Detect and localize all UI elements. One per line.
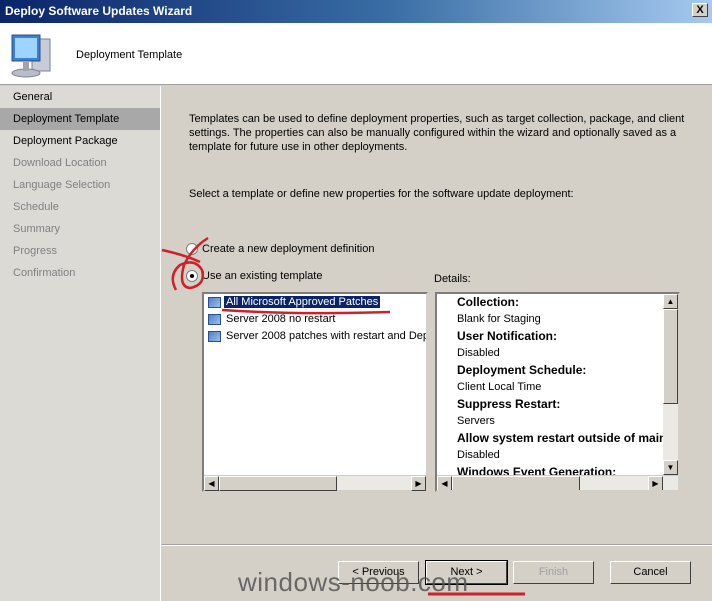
finish-button: Finish (513, 561, 594, 584)
template-item[interactable]: Server 2008 patches with restart and Dep… (204, 328, 426, 345)
watermark: windows-noob.com (238, 567, 469, 597)
radio-button[interactable] (186, 243, 198, 255)
detail-value: Client Local Time (457, 381, 542, 393)
radio-new-definition[interactable]: Create a new deployment definition (186, 243, 374, 255)
button-separator (162, 544, 712, 546)
nav-item-summary: Summary (13, 223, 61, 235)
template-icon (208, 331, 221, 342)
title-bar: Deploy Software Updates Wizard X (0, 0, 712, 23)
radio-button-selected[interactable] (186, 270, 198, 282)
template-item[interactable]: All Microsoft Approved Patches (204, 294, 426, 311)
template-list[interactable]: All Microsoft Approved Patches Server 20… (202, 292, 428, 492)
wizard-header: Deployment Template (0, 23, 712, 85)
nav-item-deployment-template[interactable]: Deployment Template (0, 108, 160, 130)
template-icon (208, 297, 221, 308)
page-title: Deployment Template (76, 49, 183, 61)
radio-existing-template[interactable]: Use an existing template (186, 270, 322, 282)
radio-label: Use an existing template (202, 270, 323, 282)
scroll-down-icon[interactable]: ▼ (663, 460, 678, 475)
nav-item-schedule: Schedule (13, 201, 59, 213)
detail-value: Disabled (457, 449, 500, 461)
description-text: Templates can be used to define deployme… (189, 113, 685, 153)
detail-value: Blank for Staging (457, 313, 541, 325)
nav-item-deployment-package[interactable]: Deployment Package (0, 130, 160, 152)
horizontal-scrollbar[interactable]: ◀ ▶ (204, 475, 426, 491)
computer-icon (11, 34, 51, 78)
nav-item-general[interactable]: General (0, 86, 160, 108)
nav-item-confirmation: Confirmation (13, 267, 76, 279)
detail-value: Servers (457, 415, 495, 427)
scroll-up-icon[interactable]: ▲ (663, 294, 678, 309)
vertical-scrollbar[interactable]: ▲ ▼ (663, 294, 678, 475)
prompt-text: Select a template or define new properti… (189, 188, 574, 200)
detail-label: Collection: (457, 295, 519, 309)
detail-label: User Notification: (457, 329, 558, 343)
scroll-right-icon[interactable]: ▶ (411, 476, 426, 491)
details-label: Details: (434, 273, 471, 285)
cancel-button[interactable]: Cancel (610, 561, 691, 584)
detail-label: Suppress Restart: (457, 397, 561, 411)
window-title: Deploy Software Updates Wizard (5, 4, 193, 18)
template-name: Server 2008 no restart (226, 313, 336, 325)
scroll-left-icon[interactable]: ◀ (437, 476, 452, 490)
scroll-right-icon[interactable]: ▶ (648, 476, 663, 490)
nav-item-progress: Progress (13, 245, 58, 257)
template-item[interactable]: Server 2008 no restart (204, 311, 426, 328)
scroll-left-icon[interactable]: ◀ (204, 476, 219, 491)
details-panel: Collection: Blank for Staging User Notif… (435, 292, 680, 492)
scroll-thumb[interactable] (452, 476, 580, 490)
radio-label: Create a new deployment definition (202, 243, 375, 255)
horizontal-scrollbar[interactable]: ◀ ▶ (437, 475, 678, 490)
main-panel: Templates can be used to define deployme… (162, 86, 712, 601)
detail-label: Allow system restart outside of maintena… (457, 431, 678, 445)
template-icon (208, 314, 221, 325)
wizard-nav: General Deployment Template Deployment P… (0, 86, 161, 601)
template-name: Server 2008 patches with restart and Dep… (226, 330, 426, 342)
detail-label: Deployment Schedule: (457, 363, 587, 377)
nav-item-download-location: Download Location (13, 157, 107, 169)
detail-value: Disabled (457, 347, 500, 359)
scroll-thumb[interactable] (663, 309, 678, 404)
template-name: All Microsoft Approved Patches (224, 296, 381, 308)
close-button[interactable]: X (692, 3, 708, 17)
scroll-thumb[interactable] (219, 476, 337, 491)
nav-item-language-selection: Language Selection (13, 179, 111, 191)
